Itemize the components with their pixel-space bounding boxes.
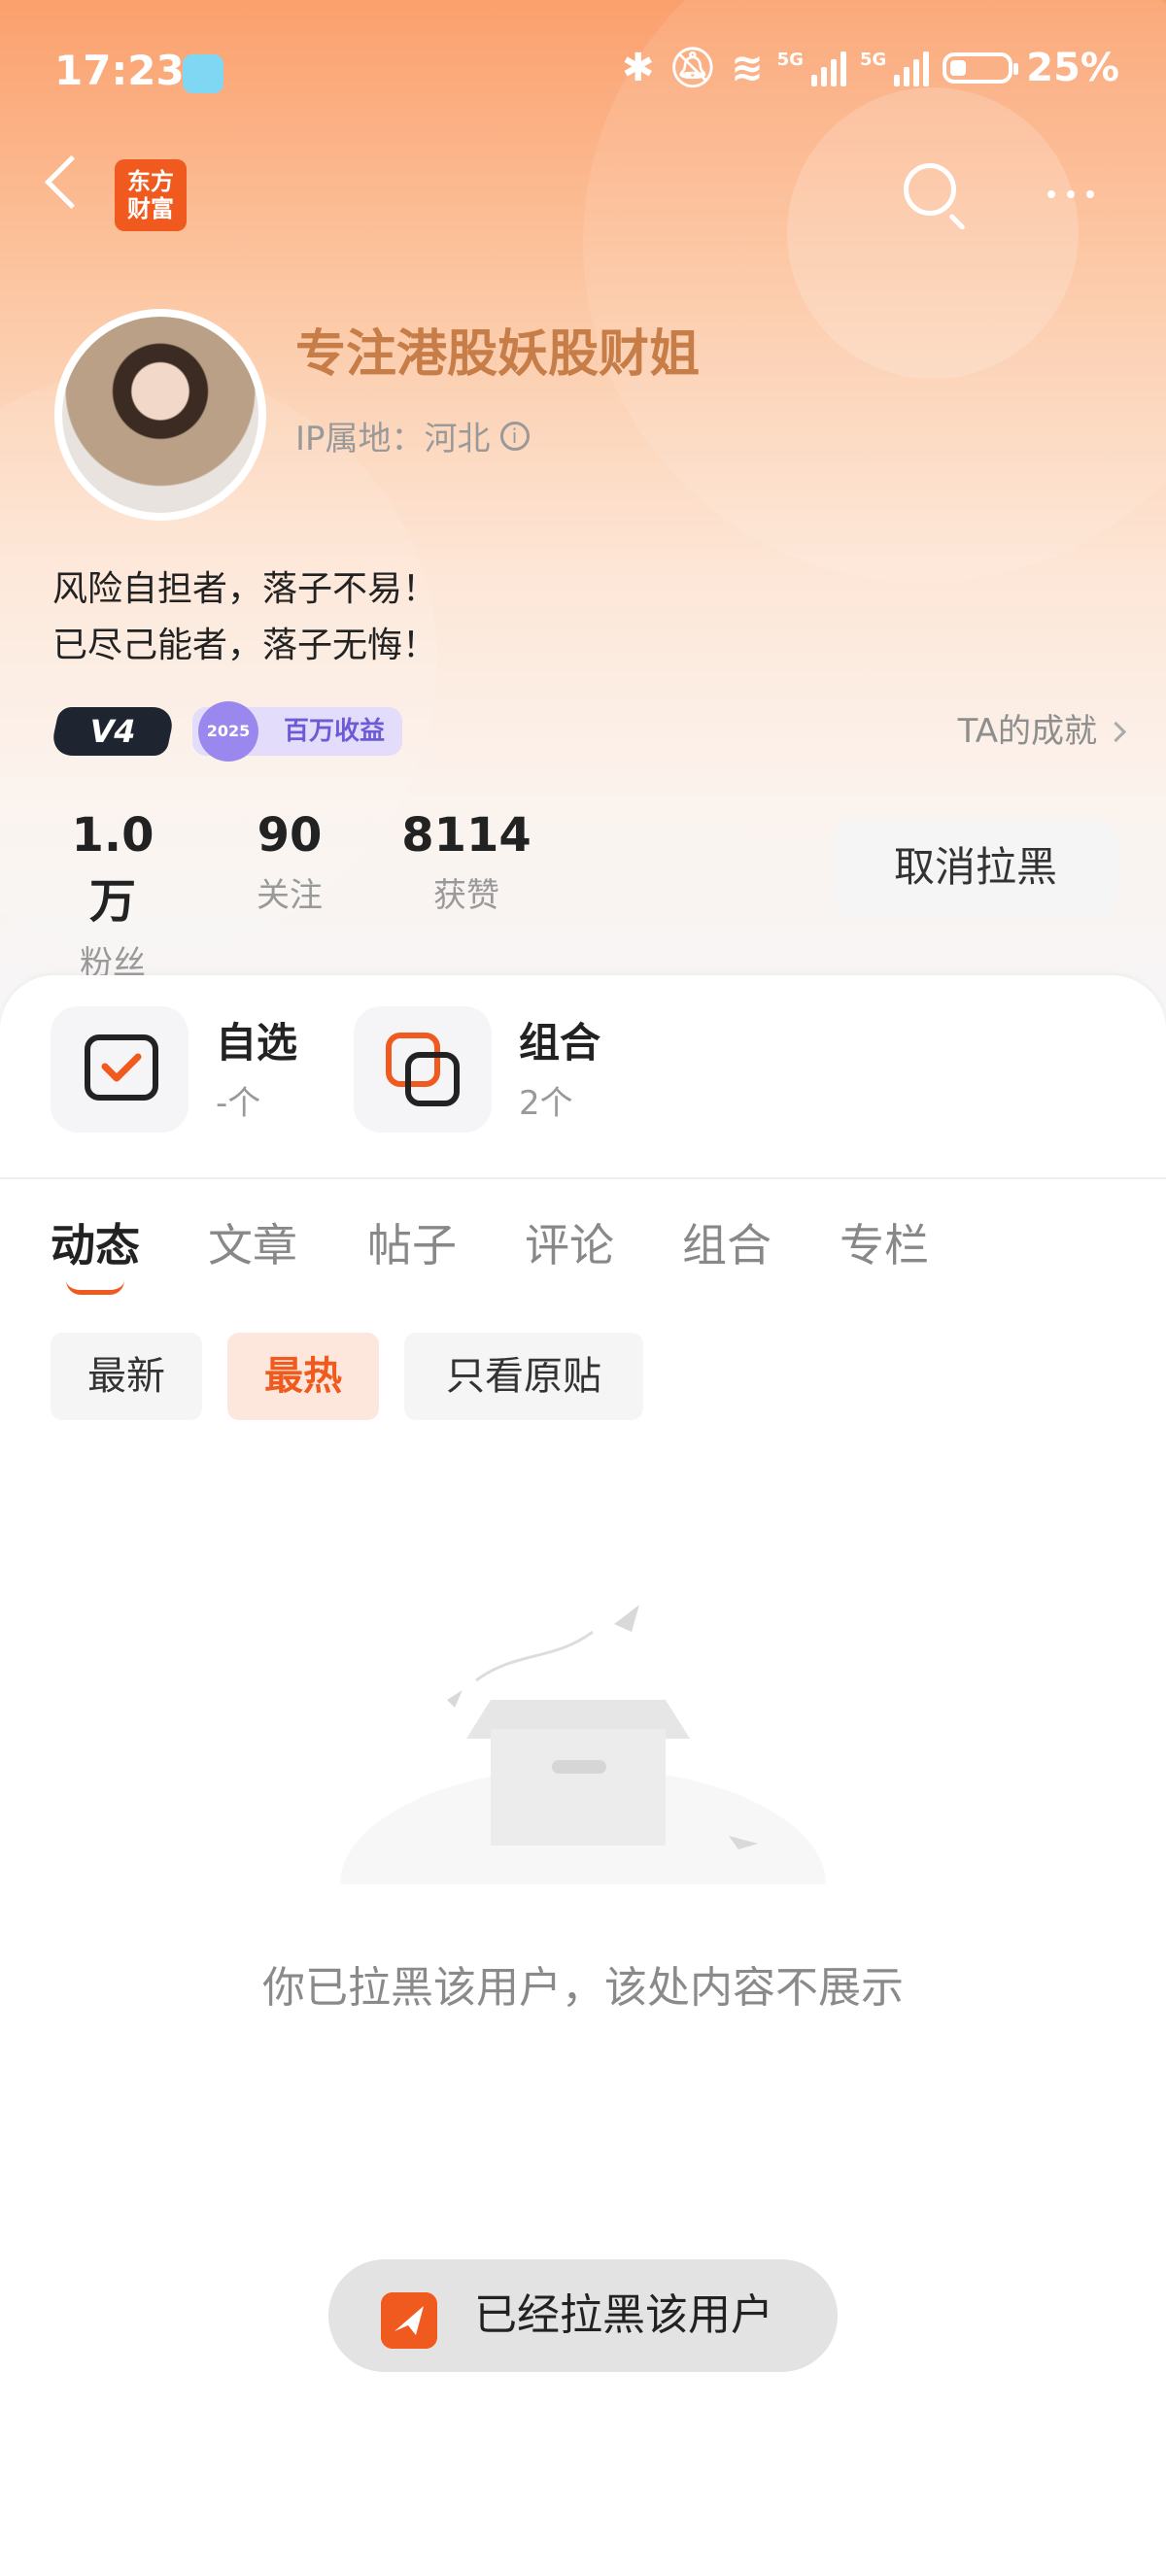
ip-location-label: IP属地：河北 <box>295 420 491 458</box>
filter-latest[interactable]: 最新 <box>51 1333 202 1420</box>
signal-icon-2: 5G <box>860 50 930 86</box>
battery-icon <box>943 51 1019 84</box>
medal-badge[interactable]: 2025 百万收益 <box>192 701 402 762</box>
battery-percent: 25% <box>1026 45 1119 90</box>
watchlist-tile[interactable] <box>51 1006 189 1133</box>
filter-original-only[interactable]: 只看原贴 <box>404 1333 643 1420</box>
info-icon[interactable]: i <box>499 421 530 451</box>
watchlist-icon <box>85 1034 158 1101</box>
divider <box>0 1177 1166 1179</box>
medal-icon: 2025 <box>198 701 258 762</box>
signal-icon: 5G <box>777 50 846 86</box>
tab-portfolios[interactable]: 组合 <box>682 1210 772 1274</box>
status-time: 17:23 <box>54 47 185 94</box>
avatar[interactable] <box>54 309 266 521</box>
bio-line: 已尽己能者，落子无悔！ <box>52 626 438 665</box>
portfolio-tile[interactable] <box>354 1006 492 1133</box>
tab-articles[interactable]: 文章 <box>208 1210 297 1274</box>
stat-following[interactable]: 90 关注 <box>241 808 338 916</box>
tab-comments[interactable]: 评论 <box>525 1210 614 1274</box>
portfolio-icon <box>386 1033 460 1106</box>
toast-message: 已经拉黑该用户 <box>474 2290 773 2340</box>
more-icon[interactable] <box>1047 190 1094 198</box>
ip-location: IP属地：河北 i <box>295 412 530 459</box>
reading-app-icon <box>183 54 223 93</box>
watchlist-count: -个 <box>216 1084 261 1123</box>
medal-label: 百万收益 <box>284 717 386 746</box>
chevron-right-icon <box>1105 721 1127 742</box>
user-bio: 风险自担者，落子不易！ 已尽己能者，落子无悔！ <box>52 561 437 674</box>
empty-box-illustration <box>340 1605 826 1884</box>
tab-indicator <box>66 1280 124 1295</box>
app-icon <box>381 2292 437 2349</box>
stat-likes[interactable]: 8114 获赞 <box>400 808 532 916</box>
portfolio-count: 2个 <box>519 1084 573 1123</box>
watchlist-title[interactable]: 自选 <box>216 1010 297 1069</box>
tab-columns[interactable]: 专栏 <box>840 1210 929 1274</box>
stat-followers[interactable]: 1.0万 粉丝 <box>51 808 175 984</box>
filter-hottest[interactable]: 最热 <box>227 1333 379 1420</box>
tab-posts[interactable]: 帖子 <box>367 1210 457 1274</box>
empty-message: 你已拉黑该用户，该处内容不展示 <box>262 1963 904 2013</box>
achievement-link[interactable]: TA的成就 <box>958 707 1127 756</box>
tab-dynamics[interactable]: 动态 <box>51 1210 140 1274</box>
bluetooth-icon: ✱ <box>621 45 655 90</box>
search-icon[interactable] <box>904 163 956 216</box>
unblock-button[interactable]: 取消拉黑 <box>834 818 1117 917</box>
mute-icon: 🔕︎ <box>668 46 718 90</box>
wifi-icon: ≋ <box>731 45 764 90</box>
bio-line: 风险自担者，落子不易！ <box>52 569 438 609</box>
app-logo: 东方 财富 <box>115 159 187 231</box>
status-bar: 17:23 ✱ 🔕︎ ≋ 5G 5G 25% <box>0 39 1166 107</box>
toast: 已经拉黑该用户 <box>328 2259 838 2372</box>
portfolio-title[interactable]: 组合 <box>519 1010 600 1069</box>
user-name: 专注港股妖股财姐 <box>295 325 701 384</box>
level-badge[interactable]: V4 <box>49 707 177 756</box>
